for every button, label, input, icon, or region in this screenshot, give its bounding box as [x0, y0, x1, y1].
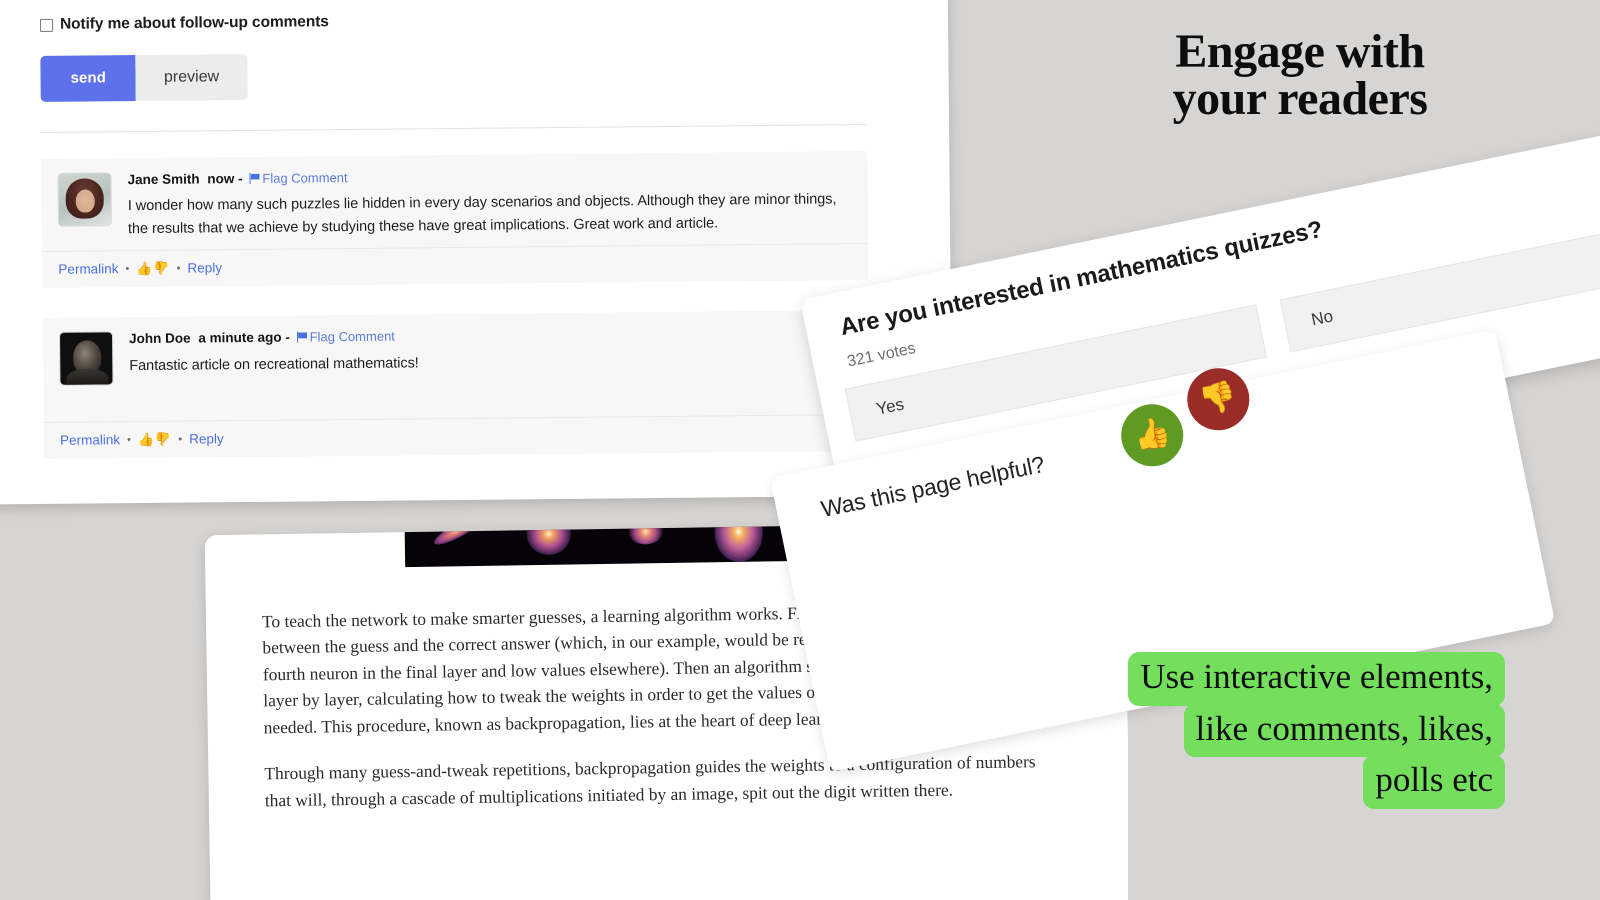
preview-button[interactable]: preview: [135, 53, 248, 102]
vote-icons[interactable]: 👍 👍: [136, 261, 170, 276]
thumb-down-icon[interactable]: 👍: [153, 261, 169, 276]
helpful-question: Was this page helpful?: [818, 450, 1047, 523]
avatar: [58, 331, 114, 387]
comment-author: Jane Smith: [127, 171, 200, 188]
thumb-up-button[interactable]: 👍: [1115, 398, 1189, 472]
notify-checkbox-label: Notify me about follow-up comments: [59, 13, 329, 33]
comment-form-buttons: send preview: [40, 47, 948, 102]
comment-header: Jane Smith now - Flag Comment: [127, 165, 851, 188]
headline-line-2: your readers: [1172, 72, 1428, 126]
vote-icons[interactable]: 👍 👍: [138, 432, 172, 447]
notify-checkbox[interactable]: [39, 18, 54, 32]
comment-timestamp: now: [207, 171, 235, 187]
callout-line-2: like comments, likes,: [1183, 703, 1505, 758]
comment-item: Jane Smith now - Flag Comment I wonder h…: [41, 151, 869, 289]
comment-header: John Doe a minute ago - Flag Comment: [129, 325, 853, 348]
comment-timestamp: a minute ago: [198, 330, 282, 346]
send-button[interactable]: send: [40, 55, 137, 102]
reply-link[interactable]: Reply: [187, 261, 222, 276]
form-divider: [41, 124, 868, 133]
poll-option-no[interactable]: No: [1279, 215, 1600, 353]
comment-footer: Permalink • 👍 👍 • Reply: [43, 414, 871, 460]
footer-separator: •: [178, 433, 183, 446]
callout-line-1: Use interactive elements,: [1128, 652, 1505, 706]
thumb-up-icon[interactable]: 👍: [136, 261, 152, 276]
headline-line-1: Engage with: [1175, 25, 1425, 78]
article-paragraph: Through many guess-and-tweak repetitions…: [264, 751, 1036, 811]
comments-card: Notify me about follow-up comments send …: [0, 0, 953, 505]
callout-line-3: polls etc: [1363, 755, 1505, 809]
reply-link[interactable]: Reply: [189, 432, 224, 447]
comment-header-dash: -: [285, 329, 290, 346]
callout-banner: Use interactive elements, like comments,…: [1005, 652, 1505, 809]
galaxy-thumbnails-strip: [404, 520, 806, 568]
comment-text: I wonder how many such puzzles lie hidde…: [127, 191, 837, 237]
flag-comment-link[interactable]: Flag Comment: [262, 170, 347, 186]
comment-body: Jane Smith now - Flag Comment I wonder h…: [41, 151, 868, 251]
comment-body: John Doe a minute ago - Flag Comment Fan…: [43, 310, 870, 396]
thumb-up-icon: 👍: [1130, 414, 1174, 455]
comment-author: John Doe: [128, 330, 191, 347]
footer-separator: •: [176, 262, 181, 275]
poster-headline: Engage with your readers: [1090, 25, 1510, 126]
footer-separator: •: [127, 434, 131, 447]
thumb-down-icon: 👎: [1196, 378, 1240, 419]
thumb-up-icon[interactable]: 👍: [138, 432, 154, 447]
poster-canvas: Notify me about follow-up comments send …: [0, 0, 1600, 900]
permalink-link[interactable]: Permalink: [58, 262, 118, 278]
flag-icon[interactable]: [297, 332, 308, 343]
footer-separator: •: [125, 263, 130, 276]
notify-checkbox-row[interactable]: Notify me about follow-up comments: [39, 7, 948, 34]
thumb-down-icon[interactable]: 👍: [155, 432, 171, 447]
poll-vote-count: 321 votes: [845, 339, 918, 371]
flag-comment-link[interactable]: Flag Comment: [310, 329, 395, 345]
avatar: [57, 172, 112, 227]
permalink-link[interactable]: Permalink: [60, 433, 120, 449]
comment-footer: Permalink • 👍 👍 • Reply: [42, 243, 869, 289]
comment-item: John Doe a minute ago - Flag Comment Fan…: [42, 310, 871, 460]
comment-text: Fantastic article on recreational mathem…: [129, 354, 419, 374]
flag-icon[interactable]: [249, 173, 260, 184]
comment-header-dash: -: [238, 171, 243, 187]
